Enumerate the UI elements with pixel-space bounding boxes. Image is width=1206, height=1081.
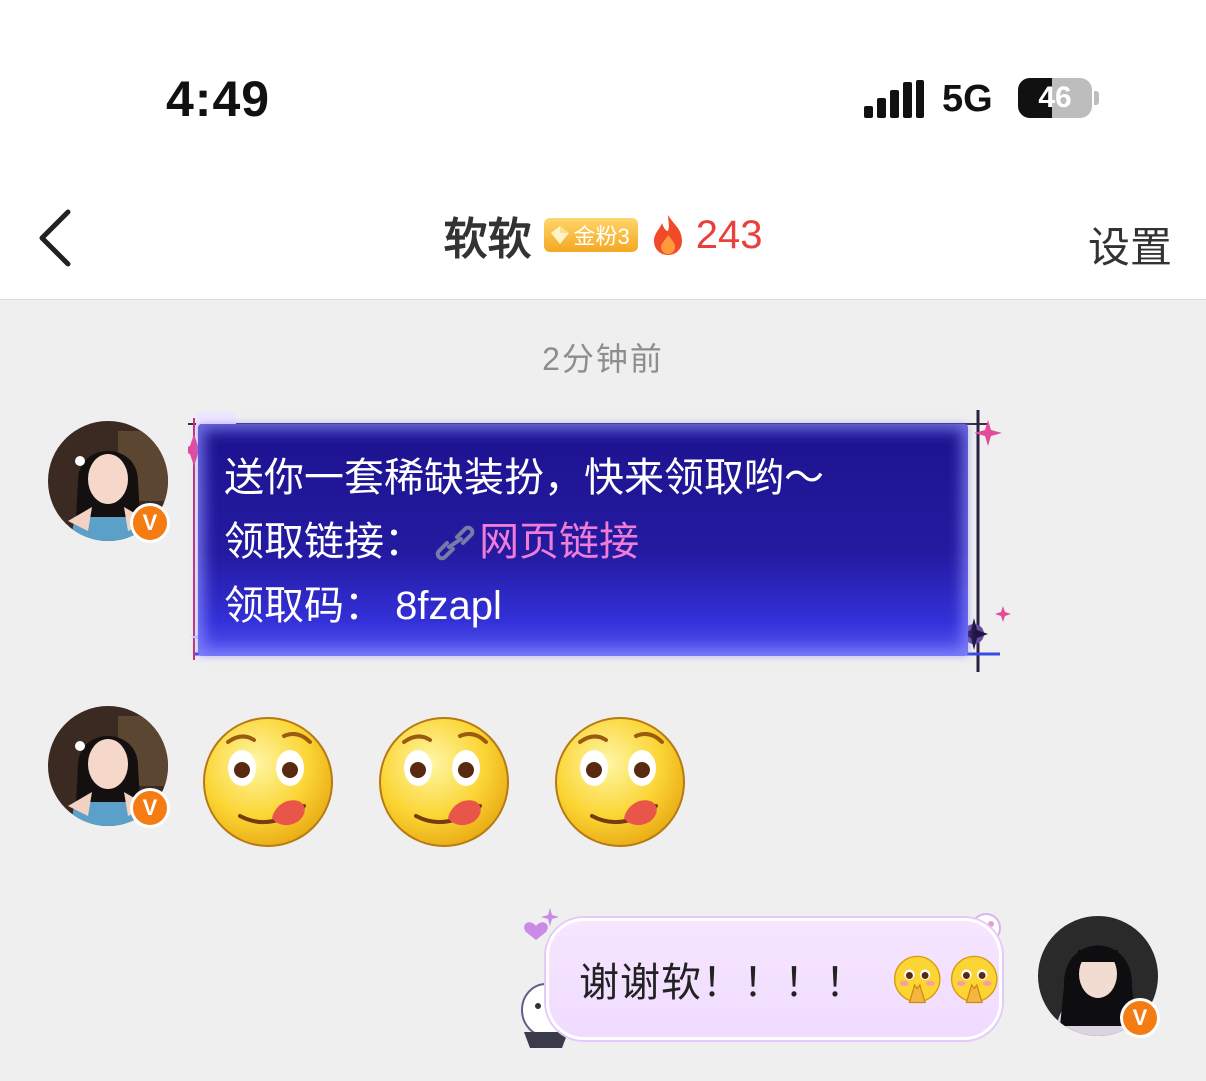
tongue-out-emoji-icon — [203, 717, 333, 847]
pleading-emoji-icon — [893, 955, 941, 1004]
fan-badge-label: 金粉3 — [573, 224, 630, 249]
chat-title-group: 软软 金粉3 243 — [0, 208, 1206, 265]
claim-code[interactable]: 8fzapl — [395, 584, 502, 628]
fire-count: 243 — [695, 212, 763, 257]
sender-avatar[interactable]: V — [48, 421, 170, 543]
sender-avatar[interactable]: V — [48, 706, 170, 828]
chat-title[interactable]: 软软 — [444, 203, 532, 267]
gift-card-line-3: 领取码： 8fzapl — [224, 574, 968, 638]
verified-badge: V — [130, 788, 170, 828]
cellular-signal-icon — [864, 80, 926, 118]
emoji-message[interactable] — [200, 714, 688, 850]
own-message-text: 谢谢软！！！！ — [579, 961, 866, 1005]
tongue-out-emoji-icon — [379, 717, 509, 847]
fire-icon — [653, 215, 682, 255]
gift-card-line-1: 送你一套稀缺装扮，快来领取哟～ — [224, 456, 824, 500]
settings-button[interactable]: 设置 — [1088, 214, 1172, 275]
own-message[interactable]: 谢谢软！！！！ — [516, 908, 1016, 1053]
fan-level-badge[interactable]: 金粉3 — [543, 218, 638, 252]
battery-tip — [1094, 91, 1099, 105]
own-message-bubble: 谢谢软！！！！ — [546, 918, 1002, 1040]
battery-level: 46 — [1038, 81, 1072, 114]
diamond-icon — [550, 226, 569, 244]
battery-icon: 46 — [1018, 78, 1092, 118]
link-icon — [435, 525, 475, 561]
gift-card-body: 送你一套稀缺装扮，快来领取哟～ 领取链接： 网页链接 领取码： 8fzapl — [198, 424, 968, 656]
claim-code-label: 领取码： — [224, 584, 384, 628]
claim-link-label: 领取链接： — [224, 520, 424, 564]
claim-link-text: 网页链接 — [479, 520, 640, 564]
gift-card-line-2: 领取链接： 网页链接 — [224, 510, 968, 574]
tongue-out-emoji-icon — [555, 717, 685, 847]
verified-badge: V — [130, 503, 170, 543]
pleading-emoji-icon — [950, 955, 998, 1004]
verified-badge: V — [1120, 998, 1160, 1038]
status-time: 4:49 — [166, 71, 271, 127]
message-timestamp: 2分钟前 — [542, 341, 664, 377]
status-bar: 4:49 5G 46 — [0, 0, 1206, 170]
chat-header: 软软 金粉3 243 设置 — [0, 170, 1206, 300]
gift-message-card[interactable]: 送你一套稀缺装扮，快来领取哟～ 领取链接： 网页链接 领取码： 8fzapl — [188, 410, 1018, 678]
network-type: 5G — [942, 78, 993, 120]
own-avatar[interactable]: V — [1038, 916, 1160, 1038]
claim-link[interactable]: 网页链接 — [435, 520, 639, 564]
